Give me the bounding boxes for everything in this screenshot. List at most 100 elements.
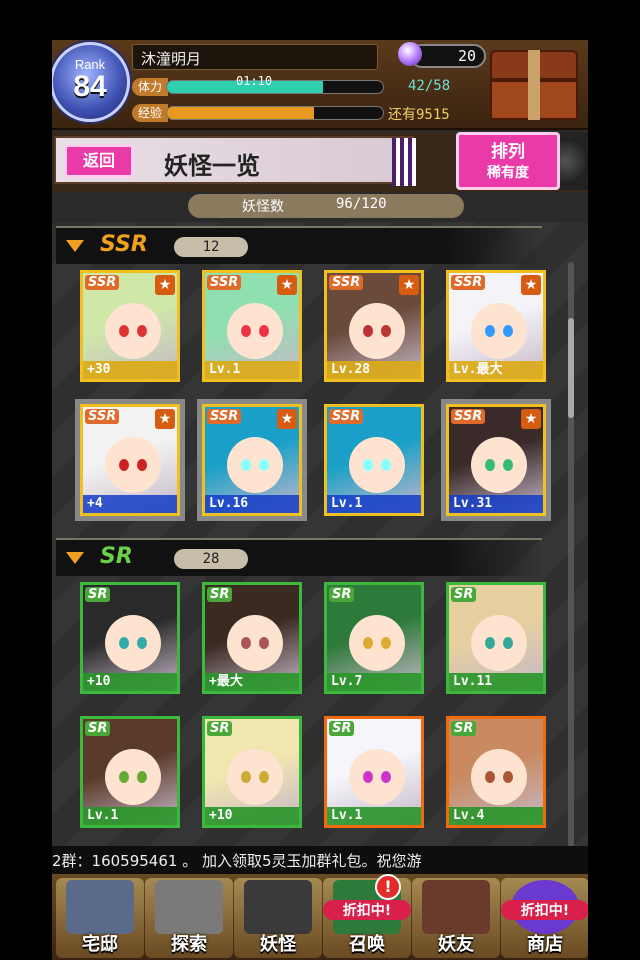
player-name: 沐潼明月 — [141, 50, 202, 68]
yokai-card[interactable]: SSR ★ +30 — [80, 270, 180, 382]
rank-number: 84 — [73, 70, 107, 103]
yokai-card[interactable]: SR +最大 — [202, 582, 302, 694]
yokai-face — [227, 615, 283, 671]
yokai-eye — [119, 325, 129, 337]
yokai-eye — [241, 325, 251, 337]
yokai-face — [471, 437, 527, 493]
yokai-eye — [485, 325, 495, 337]
yokai-face — [349, 749, 405, 805]
title-strip: 返回 妖怪一览 — [54, 136, 416, 186]
section-header-sr[interactable]: SR 28 — [56, 538, 542, 576]
section-count: 28 — [174, 549, 248, 569]
rarity-badge: SR — [85, 721, 111, 736]
yokai-level: +最大 — [205, 673, 299, 691]
star-icon: ★ — [521, 409, 541, 429]
yokai-face — [227, 303, 283, 359]
yokai-eye — [503, 637, 513, 649]
yokai-eye — [119, 637, 129, 649]
nav-shop-orb-button[interactable]: 折扣中! 商店 — [501, 878, 588, 958]
exp-label: 经验 — [132, 104, 168, 122]
yokai-eye — [381, 771, 391, 783]
yokai-list[interactable]: SSR 12 SSR ★ +30 SSR ★ Lv.1 SSR ★ Lv.28 SSR ★ Lv.最大 SS… — [52, 222, 588, 854]
yokai-eye — [241, 771, 251, 783]
gear-icon — [560, 132, 588, 190]
yokai-face — [349, 615, 405, 671]
nav-friend-button[interactable]: 妖友 — [412, 878, 500, 958]
nav-label: 妖怪 — [260, 934, 296, 955]
yokai-face — [227, 437, 283, 493]
scrollbar[interactable] — [568, 262, 574, 854]
nav-label: 召唤 — [349, 934, 385, 955]
yokai-card[interactable]: SR Lv.1 — [324, 716, 424, 828]
nav-label: 妖友 — [438, 934, 474, 955]
yokai-eye — [485, 637, 495, 649]
yokai-card-icon — [244, 880, 312, 934]
star-icon: ★ — [155, 275, 175, 295]
yokai-face — [471, 615, 527, 671]
rarity-badge: SSR — [85, 409, 120, 424]
section-rarity: SSR — [100, 232, 148, 257]
yokai-eye — [259, 771, 269, 783]
yokai-eye — [503, 325, 513, 337]
yokai-eye — [137, 637, 147, 649]
yokai-card[interactable]: SSR ★ Lv.28 — [324, 270, 424, 382]
nav-summon-button[interactable]: 折扣中!! 召唤 — [323, 874, 411, 958]
yokai-eye — [363, 459, 373, 471]
yokai-card[interactable]: SSR Lv.1 — [324, 404, 424, 516]
treasure-chest-icon[interactable] — [488, 46, 580, 124]
yokai-face — [471, 303, 527, 359]
yokai-face — [349, 303, 405, 359]
yokai-count-value: 96/120 — [336, 196, 387, 212]
friend-icon — [422, 880, 490, 934]
yokai-card[interactable]: SSR ★ Lv.31 — [446, 404, 546, 516]
rarity-badge: SSR — [207, 275, 242, 290]
yokai-eye — [259, 325, 269, 337]
yokai-eye — [241, 459, 251, 471]
yokai-card[interactable]: SSR ★ +4 — [80, 404, 180, 516]
sort-label: 排列 — [491, 142, 525, 162]
sort-button[interactable]: 排列 稀有度 — [456, 132, 560, 190]
nav-magnifier-button[interactable]: 探索 — [145, 878, 233, 958]
yokai-eye — [363, 771, 373, 783]
collapse-arrow-icon[interactable] — [66, 240, 84, 252]
yokai-eye — [381, 459, 391, 471]
nav-yokai-card-button[interactable]: 妖怪 — [234, 878, 322, 958]
magnifier-icon — [155, 880, 223, 934]
yokai-card[interactable]: SR +10 — [202, 716, 302, 828]
sale-badge: 折扣中! — [501, 900, 588, 920]
rarity-badge: SSR — [329, 275, 364, 290]
yokai-card[interactable]: SR Lv.7 — [324, 582, 424, 694]
star-icon: ★ — [277, 409, 297, 429]
nav-mansion-button[interactable]: 宅邸 — [56, 878, 144, 958]
yokai-card[interactable]: SSR ★ Lv.16 — [202, 404, 302, 516]
yokai-face — [471, 749, 527, 805]
back-button[interactable]: 返回 — [64, 144, 134, 178]
yokai-eye — [259, 637, 269, 649]
yokai-card[interactable]: SR Lv.4 — [446, 716, 546, 828]
section-count: 12 — [174, 237, 248, 257]
announcement-ticker: 2群：160595461 。 加入领取5灵玉加群礼包。祝您游 — [52, 846, 588, 874]
yokai-level: Lv.最大 — [449, 361, 543, 379]
scrollbar-thumb[interactable] — [568, 318, 574, 418]
yokai-card[interactable]: SSR ★ Lv.最大 — [446, 270, 546, 382]
rarity-badge: SSR — [85, 275, 120, 290]
yokai-eye — [381, 325, 391, 337]
rarity-badge: SR — [207, 721, 233, 736]
exp-remaining: 还有9515 — [388, 107, 450, 123]
collapse-arrow-icon[interactable] — [66, 552, 84, 564]
yokai-face — [105, 615, 161, 671]
yokai-card[interactable]: SR +10 — [80, 582, 180, 694]
sort-value: 稀有度 — [487, 165, 529, 181]
yokai-count-label: 妖怪数 — [242, 199, 284, 215]
yokai-level: +30 — [83, 361, 177, 379]
alert-badge-icon: ! — [375, 874, 401, 900]
bottom-nav: 宅邸 探索 妖怪 折扣中!! 召唤 妖友 折扣中! 商店 — [52, 874, 588, 960]
yokai-card[interactable]: SR Lv.1 — [80, 716, 180, 828]
section-header-ssr[interactable]: SSR 12 — [56, 226, 542, 264]
yokai-card[interactable]: SSR ★ Lv.1 — [202, 270, 302, 382]
yokai-card[interactable]: SR Lv.11 — [446, 582, 546, 694]
yokai-face — [349, 437, 405, 493]
star-icon: ★ — [277, 275, 297, 295]
nav-label: 探索 — [171, 934, 207, 955]
yokai-face — [105, 303, 161, 359]
